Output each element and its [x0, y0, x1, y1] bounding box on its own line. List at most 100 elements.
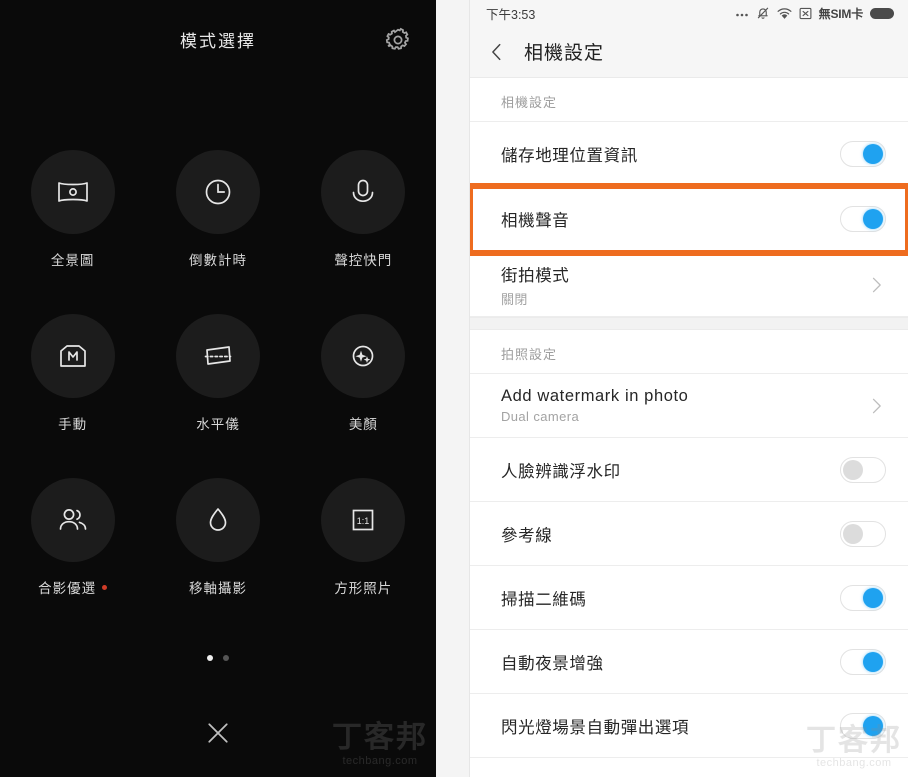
toggle-flash-auto-popup[interactable] [840, 712, 886, 739]
camera-mode-panel: 模式選擇 全景圖 倒數計時 聲控快門 手動 水平儀 美顏 合影優選 移軸攝影 1… [0, 0, 436, 777]
mode-icon-circle [30, 478, 115, 562]
row-subtitle: Dual camera [501, 409, 580, 424]
mode-icon-circle [30, 150, 115, 234]
row-title: 閃光燈場景自動彈出選項 [501, 718, 690, 737]
status-time: 下午3:53 [486, 7, 536, 22]
wifi-icon [777, 7, 792, 19]
mode-item-square-photo[interactable]: 1:1 方形照片 [291, 478, 436, 597]
mode-label: 全景圖 [50, 253, 95, 268]
mode-icon-circle [321, 314, 406, 398]
setting-row-add-watermark[interactable]: Add watermark in photo Dual camera [470, 374, 908, 438]
mode-label: 倒數計時 [188, 253, 247, 268]
mode-item-manual[interactable]: 手動 [0, 314, 145, 433]
setting-row-auto-night[interactable]: 自動夜景增強 [470, 630, 908, 694]
mode-icon-circle [175, 150, 260, 234]
setting-row-face-watermark[interactable]: 人臉辨識浮水印 [470, 438, 908, 502]
mode-label-row: 合影優選 [38, 577, 108, 597]
toggle-knob [843, 459, 863, 480]
setting-row-camera-sound[interactable]: 相機聲音 [470, 183, 908, 256]
row-texts: 掃描二維碼 [501, 586, 587, 610]
mode-label-row: 全景圖 [51, 249, 95, 269]
row-subtitle: 關閉 [501, 291, 528, 307]
page-dot-2[interactable] [223, 655, 229, 661]
toggle-knob [863, 651, 883, 672]
battery-icon [870, 7, 894, 19]
row-title: 人臉辨識浮水印 [501, 462, 621, 481]
toggle-camera-sound[interactable] [840, 206, 886, 232]
mode-item-level[interactable]: 水平儀 [145, 314, 290, 433]
mode-label-row: 方形照片 [334, 577, 392, 597]
mode-label: 水平儀 [196, 417, 240, 432]
svg-text:1:1: 1:1 [357, 516, 370, 526]
row-texts: 閃光燈場景自動彈出選項 [501, 714, 689, 738]
row-title: 自動夜景增強 [501, 654, 604, 673]
back-chevron-icon[interactable] [486, 41, 508, 63]
toggle-scan-qr[interactable] [840, 584, 886, 611]
app-title: 相機設定 [524, 43, 605, 64]
mode-item-group-photo[interactable]: 合影優選 [0, 478, 145, 597]
row-texts: 街拍模式 關閉 [501, 262, 569, 308]
toggle-knob [843, 523, 863, 544]
row-texts: Add watermark in photo Dual camera [501, 387, 688, 424]
mode-item-tilt-shift[interactable]: 移軸攝影 [145, 478, 290, 597]
mode-label-row: 美顏 [349, 413, 378, 433]
app-bar: 相機設定 [470, 26, 908, 78]
new-badge-dot [102, 584, 108, 590]
mode-grid: 全景圖 倒數計時 聲控快門 手動 水平儀 美顏 合影優選 移軸攝影 1:1 方形… [0, 150, 436, 597]
toggle-auto-night[interactable] [840, 648, 886, 675]
screenshot-root: 模式選擇 全景圖 倒數計時 聲控快門 手動 水平儀 美顏 合影優選 移軸攝影 1… [0, 0, 908, 777]
toggle-face-watermark[interactable] [840, 456, 886, 483]
mode-icon-circle: 1:1 [321, 478, 406, 562]
mode-item-timer[interactable]: 倒數計時 [145, 150, 290, 269]
section-header-photo: 拍照設定 [470, 330, 908, 374]
mode-label: 方形照片 [334, 581, 393, 596]
status-icons: 無SIM卡 [735, 5, 894, 22]
mode-label: 移軸攝影 [188, 581, 247, 596]
setting-row-save-location[interactable]: 儲存地理位置資訊 [470, 122, 908, 186]
page-dot-1[interactable] [207, 655, 213, 661]
row-title: 儲存地理位置資訊 [501, 146, 638, 165]
mode-item-voice-shutter[interactable]: 聲控快門 [291, 150, 436, 269]
toggle-knob [863, 587, 883, 608]
settings-list: 相機設定 儲存地理位置資訊 相機聲音 街拍模式 關閉 拍照設定 Add wate… [470, 78, 908, 758]
setting-row-gridlines[interactable]: 參考線 [470, 502, 908, 566]
row-title: Add watermark in photo [501, 387, 689, 405]
bell-muted-icon [757, 7, 768, 19]
row-title: 參考線 [501, 526, 553, 545]
phone-screen: 下午3:53 無SIM卡 相機設定 相機設定 儲存地理位置資訊 相機聲音 街拍模… [470, 0, 908, 777]
page-title: 模式選擇 [180, 32, 256, 51]
mode-label-row: 手動 [58, 413, 87, 433]
mode-icon-circle [30, 314, 115, 398]
toggle-knob [863, 209, 883, 229]
row-texts: 相機聲音 [501, 207, 569, 231]
close-icon [208, 723, 228, 743]
panel-gutter [436, 0, 470, 777]
setting-row-flash-auto-popup[interactable]: 閃光燈場景自動彈出選項 [470, 694, 908, 758]
toggle-save-location[interactable] [840, 140, 886, 167]
mode-label-row: 聲控快門 [334, 249, 392, 269]
row-texts: 參考線 [501, 522, 552, 546]
toggle-gridlines[interactable] [840, 520, 886, 547]
setting-row-street-mode[interactable]: 街拍模式 關閉 [470, 253, 908, 317]
watermark-url: techbang.com [342, 755, 418, 767]
status-bar: 下午3:53 無SIM卡 [470, 0, 908, 26]
mode-label-row: 移軸攝影 [189, 577, 247, 597]
mode-icon-circle [175, 478, 260, 562]
toggle-knob [863, 715, 883, 736]
ellipsis-icon [735, 13, 748, 17]
sim-status-text: 無SIM卡 [818, 6, 864, 21]
row-texts: 人臉辨識浮水印 [501, 458, 621, 482]
watermark-url: techbang.com [816, 757, 892, 769]
mode-label: 合影優選 [38, 581, 97, 596]
toggle-knob [863, 143, 883, 164]
row-texts: 儲存地理位置資訊 [501, 142, 638, 166]
section-header-camera: 相機設定 [470, 78, 908, 122]
close-button[interactable] [0, 718, 436, 748]
row-title: 掃描二維碼 [501, 590, 587, 609]
row-title: 街拍模式 [501, 266, 570, 285]
gear-icon[interactable] [384, 26, 412, 54]
mode-item-panorama[interactable]: 全景圖 [0, 150, 145, 269]
page-indicator[interactable] [0, 655, 436, 661]
mode-item-beauty[interactable]: 美顏 [291, 314, 436, 433]
setting-row-scan-qr[interactable]: 掃描二維碼 [470, 566, 908, 630]
